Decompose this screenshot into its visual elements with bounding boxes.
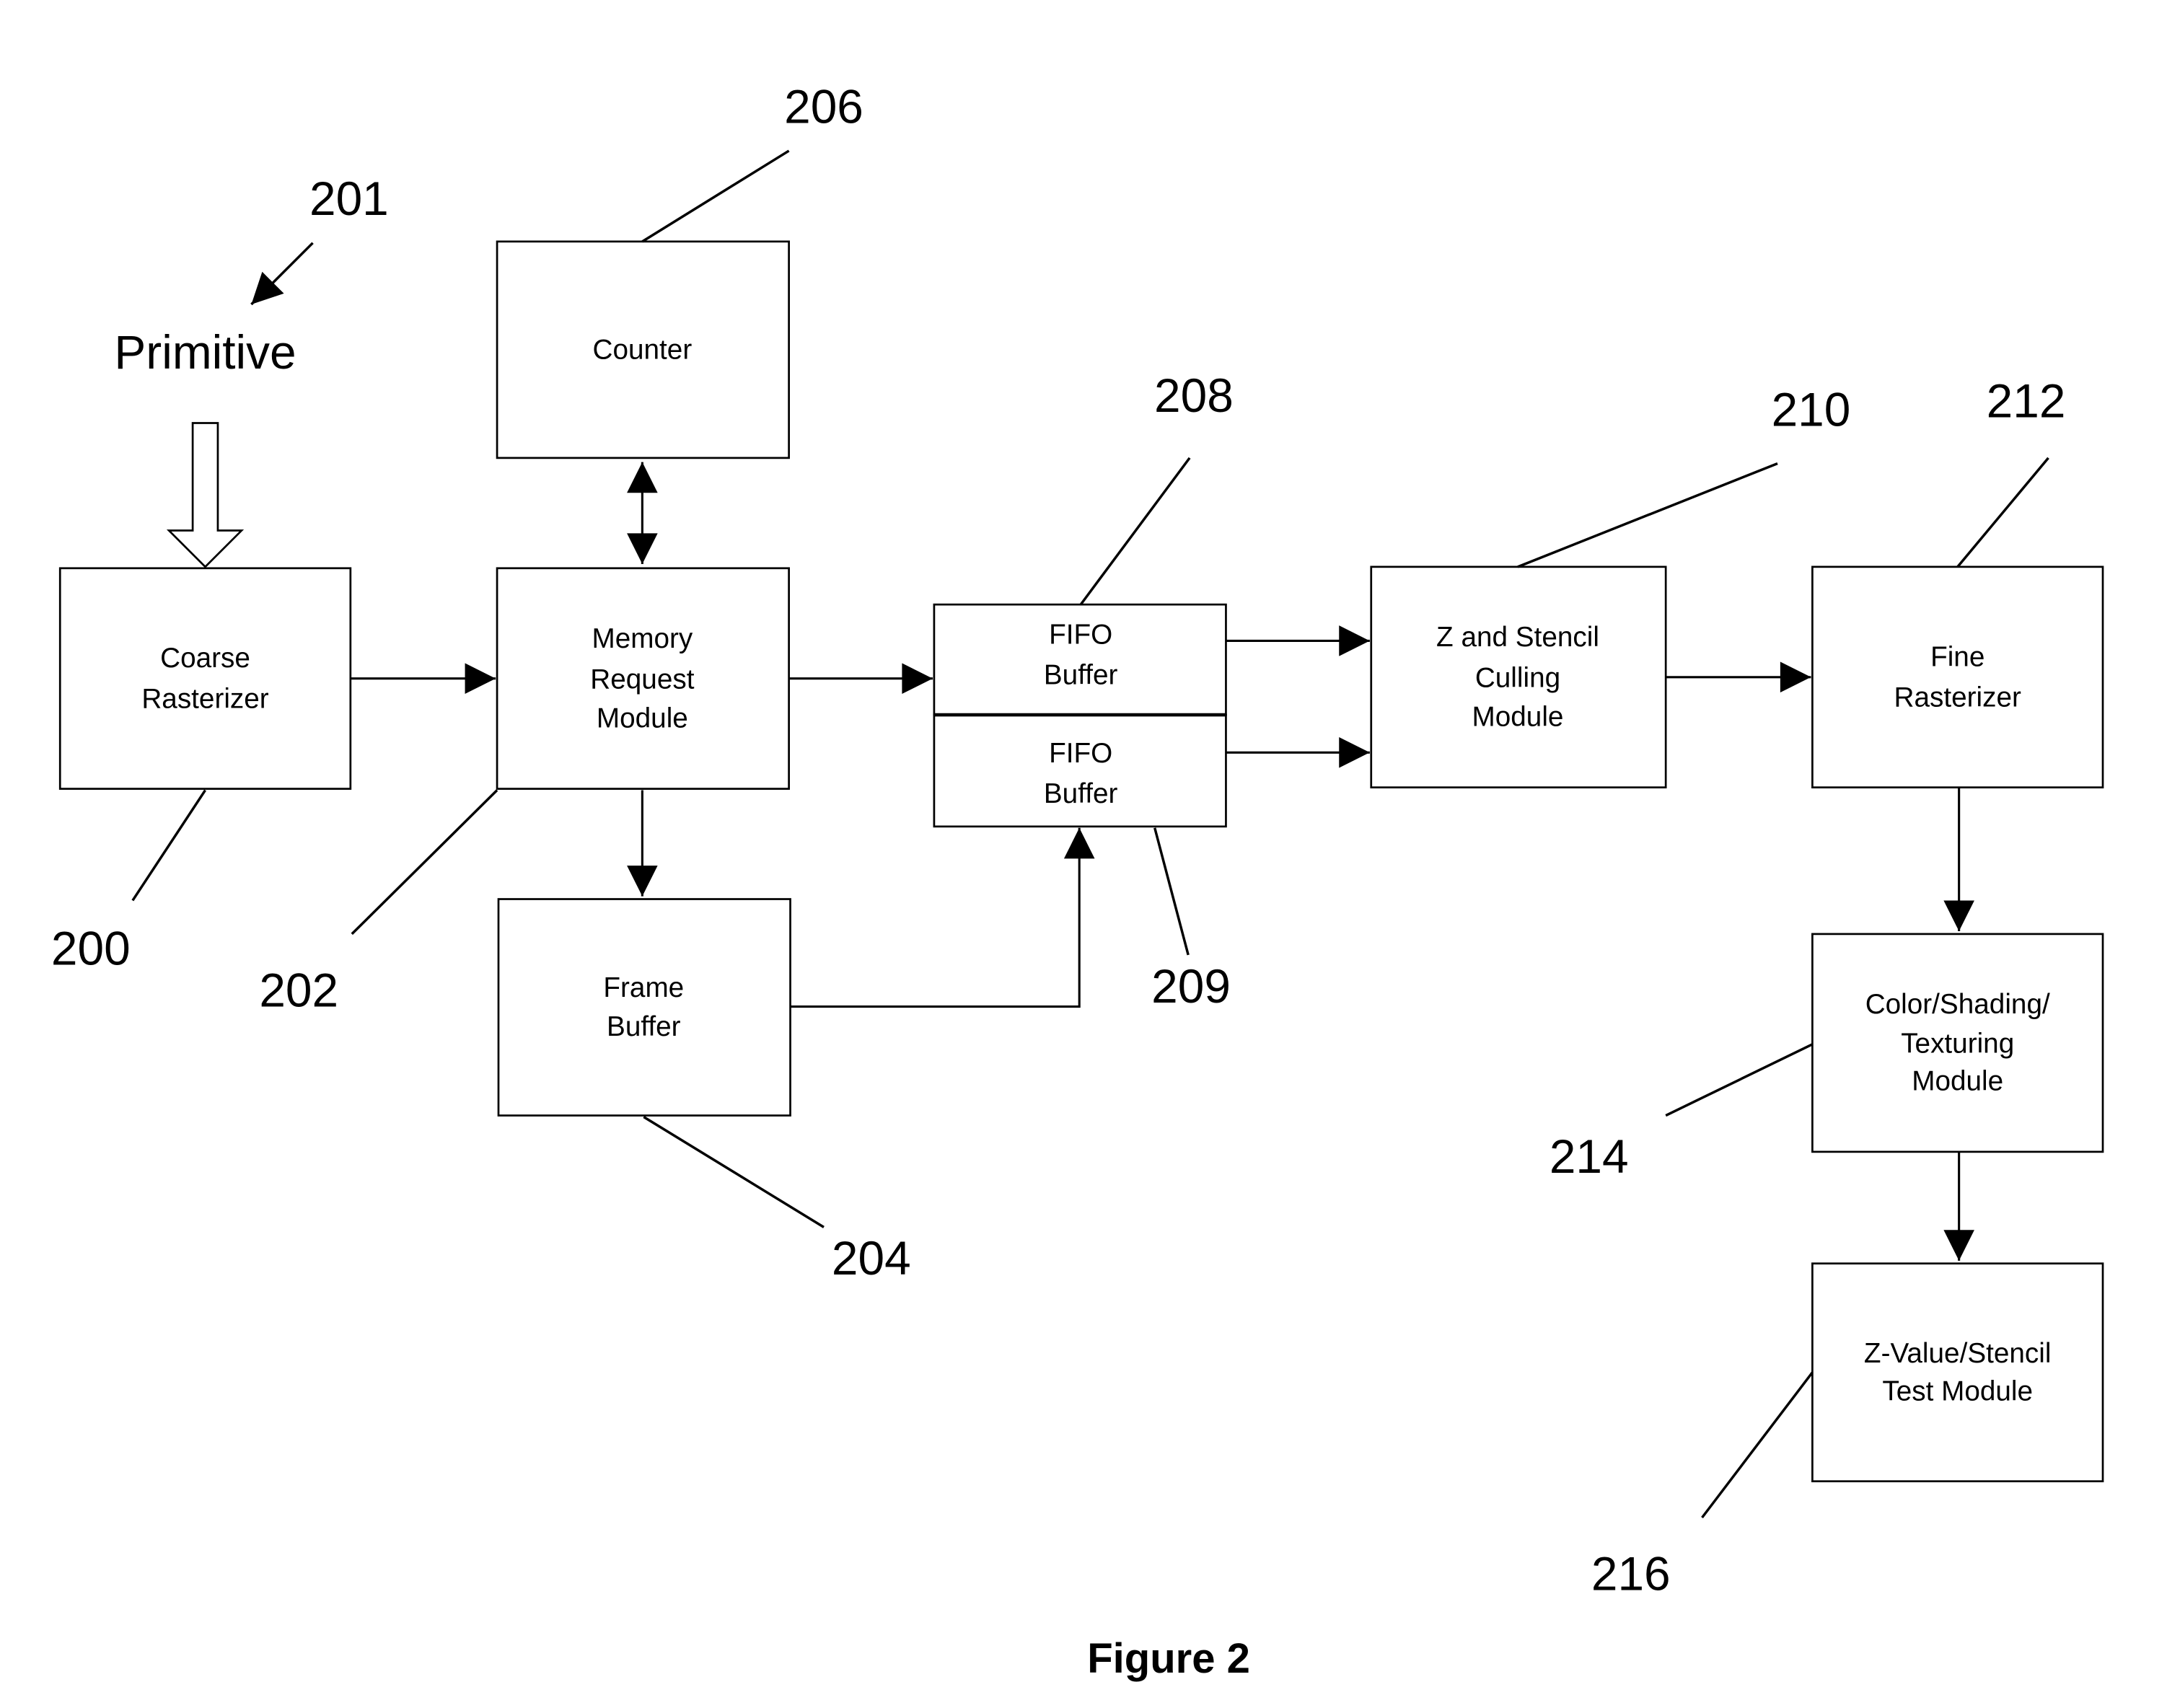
ref-208: 208 [1154,369,1234,422]
color-shading-line1: Color/Shading/ [1865,989,2050,1020]
coarse-rasterizer-block[interactable]: Coarse Rasterizer [58,567,352,790]
ref-212: 212 [1987,374,2066,428]
z-stencil-culling-module-block[interactable]: Z and Stencil Culling Module [1370,565,1667,789]
ref-216-leader [1701,1371,1814,1519]
frame-buffer-line2: Buffer [607,1011,681,1042]
hollow-down-arrow-icon [166,422,245,568]
z-culling-line1: Z and Stencil [1436,622,1599,653]
ref-206-leader [641,149,790,243]
ref-214: 214 [1550,1130,1629,1183]
primitive-label: Primitive [114,325,296,379]
ref-202-leader [351,789,498,936]
frame-buffer-block[interactable]: Frame Buffer [497,898,791,1117]
ref-208-leader [1079,457,1191,606]
ref-209: 209 [1151,959,1231,1013]
z-value-stencil-test-module-block[interactable]: Z-Value/Stencil Test Module [1811,1262,2104,1483]
ref-210: 210 [1772,382,1851,436]
fine-rasterizer-line2: Rasterizer [1894,682,2021,713]
block-diagram: 201 Primitive Coarse Rasterizer 200 Coun… [51,79,2104,1682]
ref-214-leader [1665,1043,1814,1117]
fifo-buffer-top-block[interactable]: FIFO Buffer [933,603,1227,716]
counter-block[interactable]: Counter [496,240,790,459]
ref-202: 202 [259,964,338,1017]
ref-204-leader [643,1115,825,1228]
fine-rasterizer-block[interactable]: Fine Rasterizer [1811,565,2104,789]
ref-201-arrow [250,242,314,306]
frame-buffer-line1: Frame [603,972,684,1003]
ref-212-leader [1956,457,2049,568]
fifo-bottom-line2: Buffer [1044,778,1118,809]
ref-200-leader [131,789,206,902]
color-shading-line3: Module [1912,1066,2003,1097]
ref-216: 216 [1591,1547,1671,1601]
fifo-buffer-bottom-block[interactable]: FIFO Buffer [933,713,1227,828]
ref-210-leader [1517,462,1778,568]
fine-rasterizer-line1: Fine [1930,641,1984,672]
memory-request-line3: Module [597,703,688,734]
figure-caption: Figure 2 [1087,1635,1250,1682]
fifo-top-line1: FIFO [1049,619,1112,650]
z-culling-line3: Module [1472,702,1564,733]
memory-request-module-block[interactable]: Memory Request Module [496,567,790,790]
coarse-rasterizer-line2: Rasterizer [141,683,268,714]
color-shading-texturing-module-block[interactable]: Color/Shading/ Texturing Module [1811,933,2104,1153]
ref-201: 201 [309,172,389,225]
ref-204: 204 [832,1231,911,1285]
coarse-rasterizer-line1: Coarse [160,643,250,674]
ref-200: 200 [51,921,131,974]
ref-206: 206 [784,79,863,133]
fifo-bottom-line1: FIFO [1049,738,1112,769]
z-value-line1: Z-Value/Stencil [1864,1338,2052,1369]
z-value-line2: Test Module [1882,1375,2033,1407]
counter-line1: Counter [593,334,693,365]
memory-request-line1: Memory [592,623,693,654]
color-shading-line2: Texturing [1901,1028,2014,1059]
arrow-framebuffer-to-fifo [790,827,1095,1008]
fifo-top-line2: Buffer [1044,659,1118,690]
z-culling-line2: Culling [1475,662,1560,693]
ref-209-leader [1153,827,1190,956]
memory-request-line2: Request [590,664,694,695]
